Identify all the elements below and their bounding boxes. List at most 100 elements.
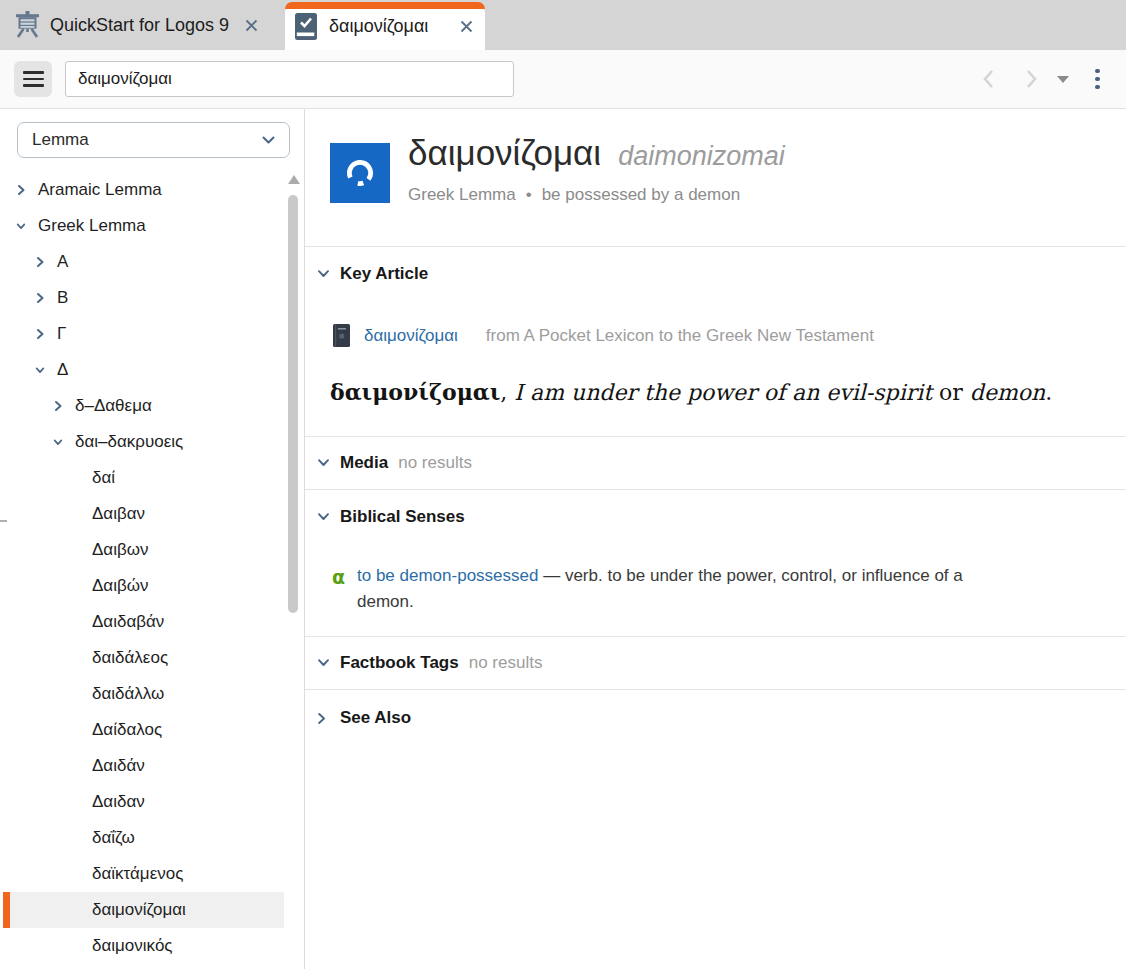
chevron-down-icon[interactable] bbox=[16, 221, 26, 231]
chevron-right-icon[interactable] bbox=[35, 328, 45, 340]
tree-item-label: Γ bbox=[57, 324, 66, 344]
tree-item[interactable]: δαι–δακρυοεις bbox=[3, 424, 284, 460]
key-article-link[interactable]: δαιμονίζομαι bbox=[364, 326, 458, 346]
history-dropdown-icon[interactable] bbox=[1057, 76, 1069, 83]
scrollbar-thumb[interactable] bbox=[288, 195, 298, 613]
sense-alpha-icon: α bbox=[332, 566, 345, 588]
lemma-filter-select[interactable]: Lemma bbox=[17, 122, 290, 158]
tree-item-label: Α bbox=[57, 252, 68, 272]
section-factbook-tags: Factbook Tags no results bbox=[305, 637, 1126, 690]
section-header[interactable]: Biblical Senses bbox=[318, 507, 465, 527]
tree-item-label: δαΐζω bbox=[92, 828, 135, 848]
chevron-right-icon[interactable] bbox=[16, 184, 26, 196]
chevron-down-icon bbox=[318, 659, 329, 667]
back-icon[interactable] bbox=[977, 67, 1001, 91]
section-header[interactable]: Factbook Tags no results bbox=[318, 653, 542, 673]
chevron-down-icon[interactable] bbox=[35, 365, 45, 375]
tree-item[interactable]: δαΐζω bbox=[3, 820, 284, 856]
tree-item[interactable]: δαιδάλεος bbox=[3, 640, 284, 676]
tree-item[interactable]: Greek Lemma bbox=[3, 208, 284, 244]
tree-item-label: Δαιβαν bbox=[92, 504, 145, 524]
toolbar bbox=[0, 50, 1126, 109]
entry-header: δαιμονίζομαιdaimonizomai Greek Lemma•be … bbox=[305, 109, 1126, 247]
tree-item[interactable]: Δαιβαν bbox=[3, 496, 284, 532]
tree-item-label: Δαιβων bbox=[92, 540, 149, 560]
section-header[interactable]: Key Article bbox=[318, 264, 428, 284]
chevron-down-icon[interactable] bbox=[53, 437, 63, 447]
panel-notch bbox=[0, 520, 7, 522]
chevron-down-icon bbox=[318, 513, 329, 521]
tree-item-label: Β bbox=[57, 288, 68, 308]
tree-item[interactable]: Β bbox=[3, 280, 284, 316]
bullet-separator: • bbox=[526, 185, 532, 204]
tab-daimonizomai[interactable]: δαιμονίζομαι bbox=[285, 2, 485, 50]
section-header[interactable]: See Also bbox=[318, 708, 411, 728]
tree-item-label: Δ bbox=[57, 360, 68, 380]
tree-item-label: δαί bbox=[92, 468, 115, 488]
chevron-right-icon[interactable] bbox=[35, 256, 45, 268]
menu-button[interactable] bbox=[14, 61, 52, 97]
tree-item[interactable]: δ–Δαθεμα bbox=[3, 388, 284, 424]
tree-item[interactable]: Δ bbox=[3, 352, 284, 388]
chevron-down-icon bbox=[318, 459, 329, 467]
tree-item-label: δαιδάλλω bbox=[92, 684, 164, 704]
tree-item-label: δαϊκτάμενος bbox=[92, 864, 183, 884]
tree-item[interactable]: Α bbox=[3, 244, 284, 280]
tree-item[interactable]: Δαιδαν bbox=[3, 784, 284, 820]
tab-bar: QuickStart for Logos 9 δαιμονίζομαι bbox=[0, 0, 1126, 50]
tree-item-label: Aramaic Lemma bbox=[38, 180, 162, 200]
main-panel: δαιμονίζομαιdaimonizomai Greek Lemma•be … bbox=[305, 109, 1126, 969]
chevron-down-icon bbox=[262, 136, 275, 145]
app-window: QuickStart for Logos 9 δαιμονίζομαι bbox=[0, 0, 1126, 969]
chevron-right-icon[interactable] bbox=[35, 292, 45, 304]
section-header[interactable]: Media no results bbox=[318, 453, 472, 473]
chevron-right-icon[interactable] bbox=[53, 400, 63, 412]
tree-item-label: Δαίδαλος bbox=[92, 720, 162, 740]
tree-item[interactable]: Δαιβών bbox=[3, 568, 284, 604]
entry-type: Greek Lemma bbox=[408, 185, 516, 204]
content-area: Lemma Aramaic Lemma Greek Lemma ΑΒΓΔδ–Δαθε… bbox=[0, 109, 1126, 969]
sense-link[interactable]: to be demon-possessed bbox=[357, 566, 538, 585]
search-input[interactable] bbox=[66, 69, 513, 89]
key-article-row: δαιμονίζομαι from A Pocket Lexicon to th… bbox=[333, 324, 874, 347]
section-see-also: See Also bbox=[305, 690, 1126, 746]
tree-item-label: Δαιδαβάν bbox=[92, 612, 164, 632]
tree-item[interactable]: δαιδάλλω bbox=[3, 676, 284, 712]
close-icon[interactable] bbox=[460, 20, 473, 33]
presentation-board-icon bbox=[14, 11, 41, 40]
tree-item[interactable]: Aramaic Lemma bbox=[3, 172, 284, 208]
tree-item[interactable]: δαί bbox=[3, 460, 284, 496]
tree-item[interactable]: Δαίδαλος bbox=[3, 712, 284, 748]
tree-item[interactable]: Δαιβων bbox=[3, 532, 284, 568]
tree-item-label: Δαιδαν bbox=[92, 792, 145, 812]
chevron-down-icon bbox=[318, 270, 329, 278]
page-title: δαιμονίζομαι bbox=[408, 133, 601, 172]
tab-label: δαιμονίζομαι bbox=[329, 16, 428, 37]
lemma-filter-value: Lemma bbox=[32, 130, 89, 150]
tree-item[interactable]: δαιμονικός bbox=[3, 928, 284, 964]
tree-item-label: Δαιβών bbox=[92, 576, 149, 596]
tree-item[interactable]: δαιμονίζομαι bbox=[3, 892, 284, 928]
tab-quickstart[interactable]: QuickStart for Logos 9 bbox=[0, 0, 272, 50]
close-icon[interactable] bbox=[245, 19, 258, 32]
search-box bbox=[65, 61, 514, 97]
scroll-up-icon[interactable] bbox=[288, 175, 300, 184]
key-article-source: from A Pocket Lexicon to the Greek New T… bbox=[486, 326, 874, 346]
tree-item-label: Δαιδάν bbox=[92, 756, 145, 776]
forward-icon[interactable] bbox=[1019, 67, 1043, 91]
tree-item[interactable]: Δαιδάν bbox=[3, 748, 284, 784]
tree-item-label: δαιμονικός bbox=[92, 936, 173, 956]
kebab-menu-icon[interactable] bbox=[1095, 69, 1100, 90]
lemma-icon bbox=[330, 143, 390, 203]
section-biblical-senses: Biblical Senses α to be demon-possessed … bbox=[305, 490, 1126, 637]
lexicon-entry: δαιμονίζομαι, I am under the power of an… bbox=[330, 379, 1052, 405]
tree-item-label: δαι–δακρυοεις bbox=[75, 432, 183, 452]
lemma-tree: Aramaic Lemma Greek Lemma ΑΒΓΔδ–Δαθεμα δαι–… bbox=[0, 172, 284, 964]
tab-label: QuickStart for Logos 9 bbox=[50, 15, 229, 36]
tree-item[interactable]: Γ bbox=[3, 316, 284, 352]
sense-row: α to be demon-possessed — verb. to be un… bbox=[332, 563, 997, 615]
tree-item-label: δαιμονίζομαι bbox=[92, 900, 186, 920]
tree-item[interactable]: Δαιδαβάν bbox=[3, 604, 284, 640]
tree-item[interactable]: δαϊκτάμενος bbox=[3, 856, 284, 892]
nav-group bbox=[977, 67, 1100, 91]
